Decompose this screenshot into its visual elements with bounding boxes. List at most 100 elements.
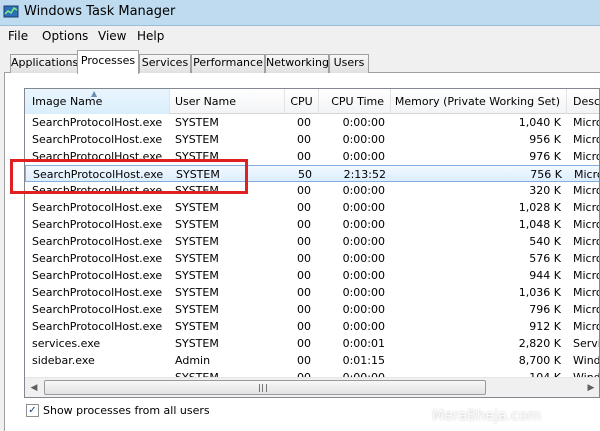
process-cpu: 00: [297, 116, 311, 129]
process-cpu-time: 0:00:01: [342, 337, 385, 350]
process-user: SYSTEM: [175, 337, 219, 350]
process-cpu: 50: [298, 168, 312, 181]
menu-bar: File Options View Help: [0, 26, 600, 46]
process-rows: SearchProtocolHost.exe SYSTEM 00 0:00:00 1,0…: [25, 114, 599, 386]
process-description: Micros: [573, 320, 599, 333]
process-cpu: 00: [297, 184, 311, 197]
process-user: Admin: [175, 354, 211, 367]
table-row[interactable]: SearchProtocolHost.exe SYSTEM 00 0:00:00 956…: [25, 131, 599, 148]
process-description: Micros: [573, 286, 599, 299]
process-memory: 2,820 K: [518, 337, 561, 350]
process-user: SYSTEM: [175, 235, 219, 248]
tab-services[interactable]: Services: [139, 54, 191, 73]
process-cpu-time: 0:01:15: [342, 354, 385, 367]
table-row[interactable]: SearchProtocolHost.exe SYSTEM 00 0:00:00 1,0…: [25, 114, 599, 131]
process-cpu-time: 0:00:00: [342, 286, 385, 299]
process-memory: 976 K: [529, 150, 561, 163]
process-memory: 912 K: [529, 320, 561, 333]
process-cpu: 00: [297, 286, 311, 299]
process-cpu-time: 0:00:00: [342, 218, 385, 231]
process-cpu-time: 0:00:00: [342, 252, 385, 265]
process-memory: 1,028 K: [518, 201, 561, 214]
process-description: Micros: [573, 133, 599, 146]
process-user: SYSTEM: [175, 252, 219, 265]
process-name: SearchProtocolHost.exe: [32, 269, 163, 282]
process-description: Micros: [573, 235, 599, 248]
process-name: SearchProtocolHost.exe: [32, 286, 163, 299]
process-description: Micros: [573, 201, 599, 214]
scroll-grip-icon: [259, 384, 267, 392]
process-cpu: 00: [297, 303, 311, 316]
process-name: SearchProtocolHost.exe: [32, 235, 163, 248]
process-cpu: 00: [297, 150, 311, 163]
window-title: Windows Task Manager: [24, 4, 176, 19]
sort-ascending-icon: ▲: [91, 89, 98, 98]
table-row[interactable]: SearchProtocolHost.exe SYSTEM 00 0:00:00 1,0…: [25, 216, 599, 233]
tab-performance[interactable]: Performance: [191, 54, 265, 73]
process-memory: 576 K: [529, 252, 561, 265]
process-user: SYSTEM: [175, 218, 219, 231]
tab-networking[interactable]: Networking: [265, 54, 329, 73]
process-user: SYSTEM: [175, 116, 219, 129]
table-row[interactable]: SearchProtocolHost.exe SYSTEM 00 0:00:00 944…: [25, 267, 599, 284]
process-memory: 320 K: [529, 184, 561, 197]
process-name: sidebar.exe: [32, 354, 95, 367]
menu-options[interactable]: Options: [42, 29, 88, 43]
table-row[interactable]: SearchProtocolHost.exe SYSTEM 00 0:00:00 576…: [25, 250, 599, 267]
table-row[interactable]: SearchProtocolHost.exe SYSTEM 00 0:00:00 796…: [25, 301, 599, 318]
tab-applications[interactable]: Applications: [10, 54, 78, 73]
menu-file[interactable]: File: [8, 29, 28, 43]
process-memory: 944 K: [529, 269, 561, 282]
process-list[interactable]: ▲ Image Name User Name CPU CPU Time Memo…: [24, 88, 600, 398]
show-all-checkbox[interactable]: ✓: [26, 404, 39, 417]
process-cpu-time: 0:00:00: [342, 235, 385, 248]
process-cpu-time: 0:00:00: [342, 116, 385, 129]
column-header-image-name[interactable]: ▲ Image Name: [25, 89, 170, 114]
process-description: Servic: [573, 337, 599, 350]
process-description: Micros: [573, 150, 599, 163]
process-cpu: 00: [297, 201, 311, 214]
annotation-highlight-box: [10, 159, 248, 194]
table-row[interactable]: services.exe SYSTEM 00 0:00:01 2,820 K Servic: [25, 335, 599, 352]
process-cpu: 00: [297, 354, 311, 367]
column-header-row: ▲ Image Name User Name CPU CPU Time Memo…: [25, 89, 599, 114]
table-row[interactable]: SearchProtocolHost.exe SYSTEM 00 0:00:00 1,0…: [25, 284, 599, 301]
process-name: SearchProtocolHost.exe: [32, 252, 163, 265]
column-header-description[interactable]: Descr: [567, 89, 599, 114]
process-memory: 1,040 K: [518, 116, 561, 129]
horizontal-scrollbar[interactable]: ◀ ▶: [25, 377, 599, 397]
watermark-text: MeraBheja.com: [432, 408, 541, 424]
process-cpu-time: 0:00:00: [342, 201, 385, 214]
scroll-left-icon[interactable]: ◀: [26, 380, 42, 396]
process-description: Micros: [573, 252, 599, 265]
process-name: SearchProtocolHost.exe: [32, 201, 163, 214]
column-header-cpu[interactable]: CPU: [285, 89, 319, 114]
title-bar: Windows Task Manager: [0, 0, 600, 26]
process-description: Micros: [574, 168, 599, 181]
scroll-right-icon[interactable]: ▶: [583, 380, 599, 396]
process-cpu: 00: [297, 252, 311, 265]
tab-processes[interactable]: Processes: [77, 50, 139, 74]
process-memory: 540 K: [529, 235, 561, 248]
process-description: Micros: [573, 218, 599, 231]
process-user: SYSTEM: [175, 269, 219, 282]
process-name: SearchProtocolHost.exe: [32, 320, 163, 333]
column-header-memory[interactable]: Memory (Private Working Set): [391, 89, 567, 114]
process-description: Micros: [573, 184, 599, 197]
show-all-label: Show processes from all users: [43, 404, 210, 417]
process-description: Micros: [573, 116, 599, 129]
menu-view[interactable]: View: [98, 29, 126, 43]
process-cpu-time: 0:00:00: [342, 150, 385, 163]
process-cpu: 00: [297, 320, 311, 333]
tab-users[interactable]: Users: [329, 54, 369, 73]
column-header-user-name[interactable]: User Name: [170, 89, 285, 114]
table-row[interactable]: SearchProtocolHost.exe SYSTEM 00 0:00:00 912…: [25, 318, 599, 335]
process-user: SYSTEM: [175, 320, 219, 333]
column-header-cpu-time[interactable]: CPU Time: [319, 89, 391, 114]
scrollbar-thumb[interactable]: [44, 380, 486, 395]
table-row[interactable]: SearchProtocolHost.exe SYSTEM 00 0:00:00 1,0…: [25, 199, 599, 216]
table-row[interactable]: SearchProtocolHost.exe SYSTEM 00 0:00:00 540…: [25, 233, 599, 250]
process-user: SYSTEM: [175, 201, 219, 214]
table-row[interactable]: sidebar.exe Admin 00 0:01:15 8,700 K Windo: [25, 352, 599, 369]
menu-help[interactable]: Help: [137, 29, 164, 43]
